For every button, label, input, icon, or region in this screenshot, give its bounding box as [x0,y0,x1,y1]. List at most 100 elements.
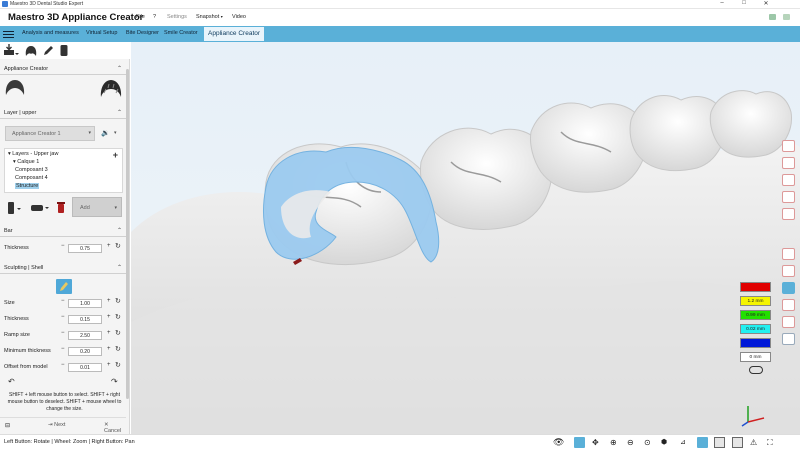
maximize-button[interactable]: □ [738,0,750,6]
rotate-view-icon[interactable] [782,248,795,260]
increment-button[interactable]: + [107,243,111,249]
select-view-icon[interactable] [574,437,585,448]
add-component-dropdown[interactable]: Add ▾ [72,197,122,217]
grid-icon[interactable] [732,437,743,448]
minimum-thickness-input[interactable]: 0.20 [68,347,102,356]
snapshot-icon[interactable] [714,437,725,448]
bar-header[interactable]: Bar ⌃ [0,225,126,237]
bar-thickness-input[interactable]: 0.75 [68,244,102,253]
trash-icon[interactable] [56,201,66,214]
tab-smile-creator[interactable]: Smile Creator [164,30,198,36]
increment-button[interactable]: + [107,330,111,336]
menu-settings[interactable]: Settings [167,14,187,20]
thickness-input[interactable]: 0.15 [68,315,102,324]
view-back-icon[interactable] [782,208,795,220]
image-view-icon[interactable] [697,437,708,448]
view-active-icon[interactable] [782,282,795,294]
close-button[interactable]: ✕ [760,0,772,7]
menu-file[interactable]: File [136,14,145,20]
minimize-button[interactable]: – [716,0,728,6]
decrement-button[interactable]: − [61,330,65,336]
sculpting-header[interactable]: Sculpting | Shell ⌃ [0,262,126,274]
redo-icon[interactable]: ↷ [111,377,118,386]
layer-select[interactable]: Appliance Creator 1 ▾ [5,126,95,141]
next-button[interactable]: ⇥ Next [48,422,65,428]
offset-from-model-input[interactable]: 0.01 [68,363,102,372]
ramp-size-input[interactable]: 2.50 [68,331,102,340]
reset-icon[interactable]: ↻ [115,361,121,369]
toggle-icon[interactable] [749,366,763,374]
layer-header[interactable]: Layer | upper ⌃ [0,107,126,119]
decrement-button[interactable]: − [61,362,65,368]
decrement-button[interactable]: − [61,298,65,304]
brush-tool-button[interactable] [56,279,72,294]
undo-icon[interactable]: ↶ [8,377,15,386]
view-occlusion-icon[interactable] [782,174,795,186]
notification-icon[interactable] [783,14,790,20]
3d-viewport[interactable] [131,42,800,434]
measure-icon[interactable]: ⊿ [680,437,691,448]
dentition-arch-icon[interactable] [100,78,122,98]
tab-appliance-creator[interactable]: Appliance Creator [204,27,265,41]
decrement-button[interactable]: − [61,346,65,352]
view-upper-jaw-icon[interactable] [782,140,795,152]
move-icon[interactable]: ✥ [592,437,603,448]
increment-button[interactable]: + [107,362,111,368]
fullscreen-icon[interactable]: ⛶ [767,437,778,448]
layer-tree-item[interactable]: ▾ Calque 1 [13,159,39,165]
pencil-icon[interactable] [42,44,54,57]
decrement-button[interactable]: − [61,243,65,249]
tab-virtual-setup[interactable]: Virtual Setup [86,30,117,36]
zoom-in-icon[interactable]: ⊕ [610,437,621,448]
view-lower-jaw-icon[interactable] [782,157,795,169]
view-right-icon[interactable] [782,316,795,328]
view-front-icon[interactable] [782,191,795,203]
tab-bite-designer[interactable]: Bite Designer [126,30,159,36]
chevron-down-icon[interactable]: ▾ [114,130,117,136]
add-layer-icon[interactable]: + [113,150,118,160]
tab-analysis-and-measures[interactable]: Analysis and measures [22,30,79,36]
warning-icon[interactable]: ⚠ [750,437,761,448]
import-tray-icon[interactable] [3,44,19,57]
hamburger-menu-icon[interactable] [3,29,14,39]
eye-icon[interactable]: 👁 [553,437,564,448]
reset-icon[interactable]: ↻ [115,329,121,337]
tooth-icon[interactable] [24,44,38,57]
menu-snapshot[interactable]: Snapshot ▾ [196,14,223,20]
appliance-creator-header[interactable]: Appliance Creator ⌃ [0,63,126,75]
chevron-down-icon: ▾ [88,130,91,136]
reset-icon[interactable]: ↻ [115,345,121,353]
chat-icon[interactable] [769,14,776,20]
panel-scrollbar[interactable] [126,69,129,399]
menu-help[interactable]: ? [153,14,156,20]
crosshair-icon[interactable]: ⊙ [644,437,655,448]
splint-upper-icon[interactable] [5,78,25,96]
increment-button[interactable]: + [107,298,111,304]
reset-icon[interactable]: ↻ [115,242,121,250]
reset-icon[interactable]: ↻ [115,313,121,321]
bar-component-icon[interactable] [30,203,50,213]
cancel-button[interactable]: ✕ Cancel [104,422,126,434]
increment-button[interactable]: + [107,346,111,352]
layer-tree-root[interactable]: ▾ Layers - Upper jaw [8,151,58,157]
dental-model-render[interactable] [131,42,800,434]
layer-tree-item[interactable]: Composant 3 [15,167,48,173]
thickness-label: Thickness [4,316,29,322]
grid-view-icon[interactable] [782,333,795,345]
menu-bar: Maestro 3D Appliance Creator File ? Sett… [0,9,800,26]
block-icon[interactable] [58,44,70,57]
size-input[interactable]: 1.00 [68,299,102,308]
layer-tree-item-selected[interactable]: Structure [15,183,40,189]
menu-video[interactable]: Video [232,14,246,20]
increment-button[interactable]: + [107,314,111,320]
speaker-icon[interactable]: 🔉 [101,129,110,137]
view-side-icon[interactable] [782,265,795,277]
decrement-button[interactable]: − [61,314,65,320]
sidebar-toggle-icon[interactable]: ⊟ [5,422,10,429]
3d-cube-icon[interactable]: ⬢ [661,437,672,448]
view-left-icon[interactable] [782,299,795,311]
layer-tree-item[interactable]: Composant 4 [15,175,48,181]
component-block-icon[interactable] [6,201,22,215]
reset-icon[interactable]: ↻ [115,297,121,305]
zoom-out-icon[interactable]: ⊖ [627,437,638,448]
